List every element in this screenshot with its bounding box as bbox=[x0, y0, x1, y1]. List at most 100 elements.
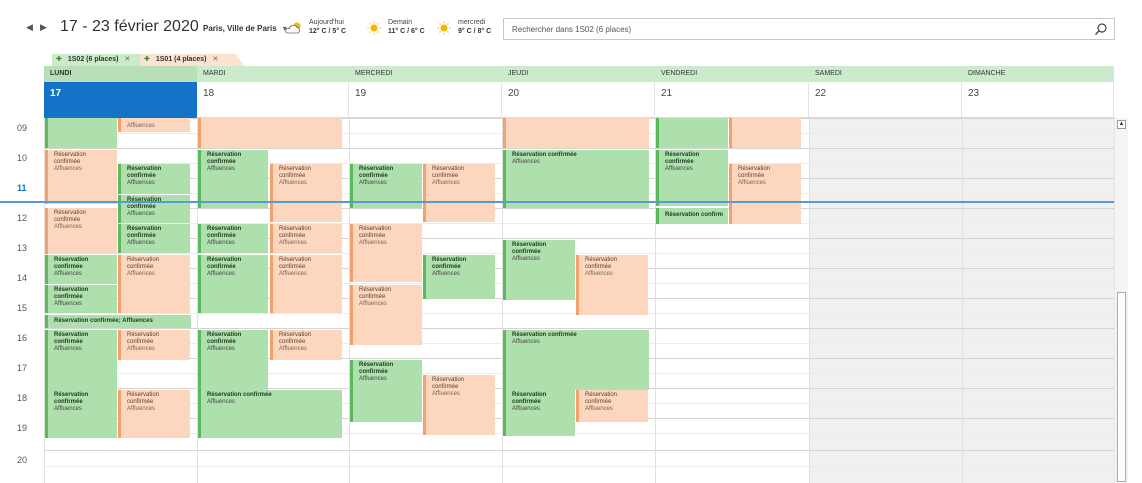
hour-label: 13 bbox=[17, 243, 28, 253]
appointment-1S01[interactable] bbox=[729, 118, 801, 148]
appointment-1S01[interactable] bbox=[503, 118, 649, 148]
day-header-monday[interactable]: LUNDI bbox=[44, 66, 197, 82]
appointment-1S02[interactable]: Réservation confirmée Affluences bbox=[503, 240, 575, 300]
appointment-1S01[interactable]: Réservation confirmée Affluences bbox=[45, 208, 117, 254]
next-week-button[interactable]: ▶ bbox=[40, 22, 47, 33]
day-number-saturday[interactable]: 22 bbox=[809, 82, 962, 118]
day-header-wednesday[interactable]: MERCREDI bbox=[349, 66, 502, 82]
appointment-1S02[interactable]: Réservation confirmée; Affluences bbox=[45, 315, 191, 328]
appointment-subtitle: Affluences bbox=[207, 346, 235, 352]
appointment-1S01[interactable]: Réservation confirmée Affluences bbox=[270, 330, 342, 360]
appointment-1S02[interactable]: Réservation confirmée Affluences bbox=[198, 150, 268, 208]
appointment-title: Réservation confirmée bbox=[207, 392, 272, 398]
appointment-1S02[interactable]: Réservation confirmée Affluences bbox=[503, 150, 649, 208]
appointment-1S01[interactable]: Réservation confirmée Affluences bbox=[45, 150, 117, 204]
day-number-monday[interactable]: 17 bbox=[44, 82, 197, 118]
appointment-1S02[interactable]: Réservation confirmée Affluences bbox=[198, 255, 268, 313]
appointment-1S02[interactable]: Réservation confirmée Affluences bbox=[118, 164, 190, 194]
calendar-tab-1S01[interactable]: ✚ 1S01 (4 places) ✕ bbox=[140, 54, 244, 66]
appointment-1S02[interactable]: Réservation confirmée Affluences bbox=[423, 255, 495, 299]
appointment-1S01[interactable]: Réservation confirmée Affluences bbox=[118, 255, 190, 313]
appointment-1S02[interactable]: Réservation confirmée Affluences bbox=[45, 285, 117, 313]
appointment-title: Réservation confirmée bbox=[127, 197, 162, 210]
appointment-subtitle: Affluences bbox=[207, 399, 235, 405]
close-icon[interactable]: ✕ bbox=[212, 56, 218, 63]
previous-week-button[interactable]: ◀ bbox=[26, 22, 33, 33]
scroll-thumb[interactable] bbox=[1117, 292, 1126, 482]
appointment-subtitle: Affluences bbox=[585, 406, 613, 412]
appointment-1S02[interactable]: Réservation confirmée Affluences bbox=[198, 224, 268, 253]
appointment-1S02[interactable]: Réservation confirmée Affluences bbox=[350, 360, 422, 422]
half-hour-line bbox=[44, 466, 1114, 467]
appointment-subtitle: Affluences bbox=[54, 271, 82, 277]
partly-cloudy-icon bbox=[285, 22, 301, 34]
day-header-saturday[interactable]: SAMEDI bbox=[809, 66, 962, 82]
calendar-tab-label: 1S02 (6 places) bbox=[67, 56, 119, 63]
appointment-1S02[interactable] bbox=[656, 118, 728, 148]
day-header-thursday[interactable]: JEUDI bbox=[502, 66, 655, 82]
appointment-title: Réservation confirmée bbox=[54, 210, 87, 223]
appointment-title: Réservation confirmée bbox=[279, 332, 312, 345]
appointment-1S02[interactable]: Réservation confirmée Affluences bbox=[503, 330, 649, 390]
appointment-title: Réservation confirmée bbox=[512, 332, 577, 338]
appointment-title: Réservation confirmée bbox=[54, 152, 87, 165]
appointment-1S02[interactable]: Réservation confirmée Affluences bbox=[503, 390, 575, 436]
appointment-1S02[interactable]: Réservation confirmée Affluences bbox=[118, 224, 190, 253]
weather-label: mercredi bbox=[458, 19, 486, 26]
search-input[interactable] bbox=[512, 22, 1072, 36]
appointment-1S01[interactable]: Affluences bbox=[118, 118, 190, 132]
appointment-1S01[interactable]: Réservation confirmée Affluences bbox=[270, 224, 342, 253]
appointment-1S02[interactable]: Réservation confirmée Affluences bbox=[118, 195, 190, 223]
close-icon[interactable]: ✕ bbox=[124, 56, 130, 63]
day-separator bbox=[809, 118, 810, 483]
day-number-wednesday[interactable]: 19 bbox=[349, 82, 502, 118]
appointment-1S02[interactable]: Réservation confirmée Affluences bbox=[198, 390, 342, 438]
appointment-1S01[interactable]: Réservation confirmée Affluences bbox=[423, 164, 495, 222]
appointment-1S01[interactable]: Réservation confirmée Affluences bbox=[270, 164, 342, 222]
appointment-title: Réservation confirmée bbox=[127, 226, 162, 239]
appointment-1S02[interactable]: Réservation confirmée Affluences bbox=[198, 330, 268, 360]
appointment-1S02[interactable] bbox=[45, 118, 117, 148]
appointment-1S02[interactable]: Réservation confirm bbox=[656, 208, 728, 224]
search-icon[interactable] bbox=[1094, 22, 1108, 36]
location-selector[interactable]: Paris, Ville de Paris ▾ bbox=[203, 24, 287, 33]
appointment-1S01[interactable] bbox=[198, 118, 342, 148]
day-header-friday[interactable]: VENDREDI bbox=[655, 66, 809, 82]
day-number-friday[interactable]: 21 bbox=[655, 82, 809, 118]
appointment-1S01[interactable]: Réservation confirmée Affluences bbox=[350, 285, 422, 345]
appointment-subtitle: Affluences bbox=[127, 123, 155, 129]
appointment-title: Réservation confirmée bbox=[207, 332, 242, 345]
day-number-thursday[interactable]: 20 bbox=[502, 82, 655, 118]
appointment-subtitle: Affluences bbox=[359, 180, 387, 186]
appointment-1S01[interactable]: Réservation confirmée Affluences bbox=[729, 164, 801, 224]
appointment-title: Réservation confirmée bbox=[127, 166, 162, 179]
weather-temp: 12° C / 5° C bbox=[309, 28, 347, 35]
search-box[interactable] bbox=[503, 18, 1115, 40]
appointment-1S02[interactable]: Réservation confirmée Affluences bbox=[45, 255, 117, 284]
appointment-1S01[interactable]: Réservation confirmée Affluences bbox=[576, 390, 648, 422]
appointment-1S02[interactable]: Réservation confirmée Affluences bbox=[656, 150, 728, 206]
appointment-1S01[interactable]: Réservation confirmée Affluences bbox=[270, 255, 342, 313]
appointment-1S01[interactable]: Réservation confirmée Affluences bbox=[350, 224, 422, 282]
vertical-scrollbar[interactable]: ▲ bbox=[1114, 118, 1128, 483]
appointment-1S01[interactable]: Réservation confirmée Affluences bbox=[118, 330, 190, 360]
day-number-tuesday[interactable]: 18 bbox=[197, 82, 349, 118]
appointment-subtitle: Affluences bbox=[738, 180, 766, 186]
calendar-grid[interactable]: 09 10 11 12 13 14 15 16 17 18 19 20 Affl… bbox=[0, 118, 1142, 483]
appointment-subtitle: Affluences bbox=[512, 256, 540, 262]
day-header-tuesday[interactable]: MARDI bbox=[197, 66, 349, 82]
day-separator bbox=[962, 118, 963, 483]
appointment-1S02[interactable]: Réservation confirmée Affluences bbox=[45, 330, 117, 392]
appointment-subtitle: Affluences bbox=[585, 271, 613, 277]
scroll-up-arrow-icon[interactable]: ▲ bbox=[1117, 120, 1126, 129]
appointment-subtitle: Affluences bbox=[279, 240, 307, 246]
day-number-sunday[interactable]: 23 bbox=[962, 82, 1114, 118]
day-header-sunday[interactable]: DIMANCHE bbox=[962, 66, 1114, 82]
appointment-1S01[interactable]: Réservation confirmée Affluences bbox=[118, 390, 190, 438]
appointment-subtitle: Affluences bbox=[127, 346, 155, 352]
appointment-1S01[interactable]: Réservation confirmée Affluences bbox=[576, 255, 648, 315]
appointment-title: Réservation bbox=[207, 152, 242, 158]
appointment-1S01[interactable]: Réservation confirmée Affluences bbox=[423, 375, 495, 435]
appointment-1S02[interactable] bbox=[198, 360, 268, 393]
appointment-1S02[interactable]: Réservation confirmée Affluences bbox=[45, 390, 117, 438]
